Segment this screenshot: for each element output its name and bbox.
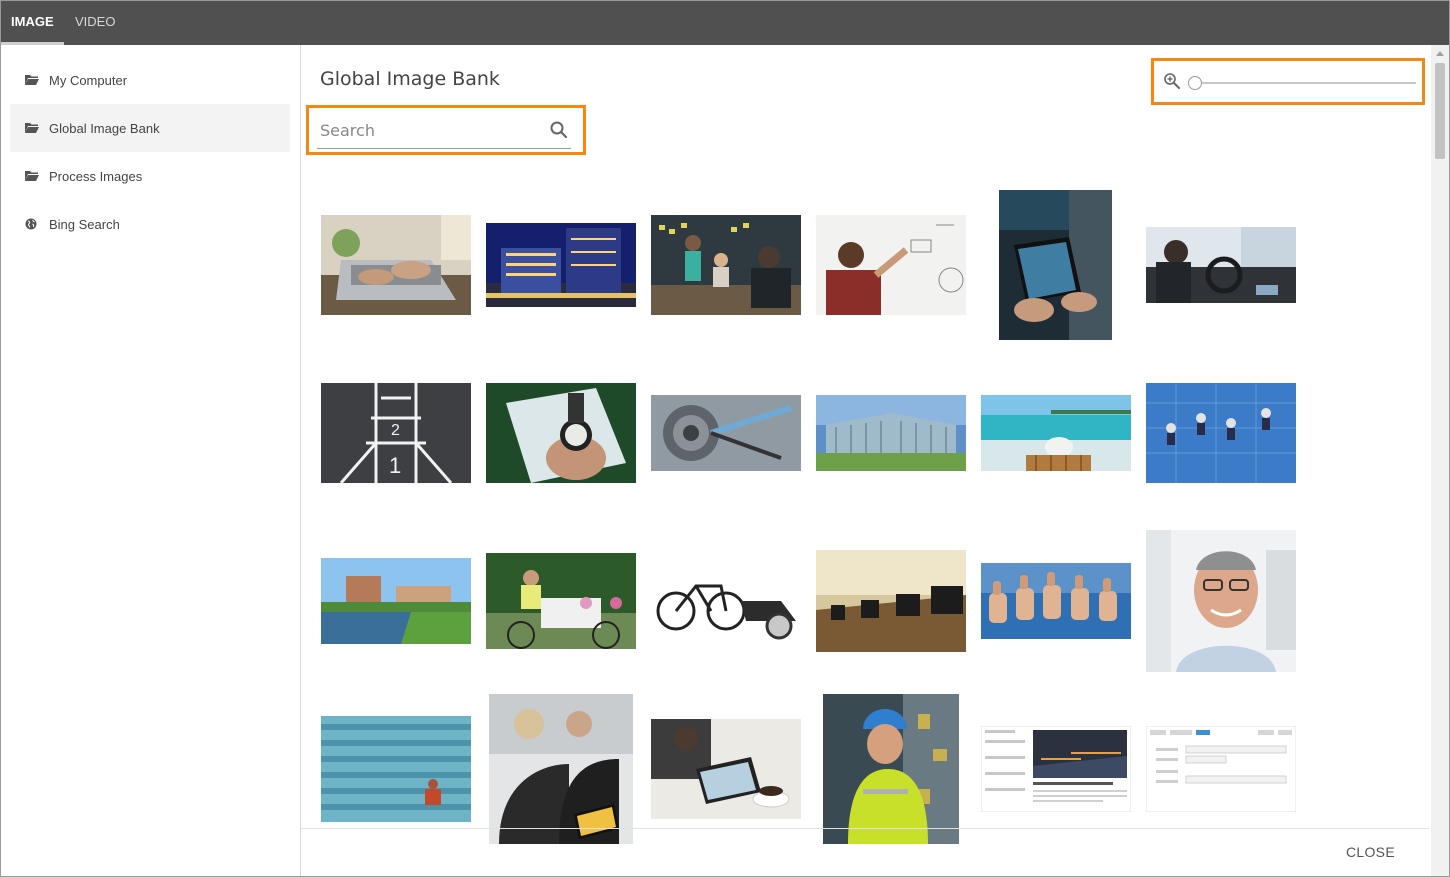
sidebar-item-label: Process Images bbox=[49, 168, 143, 184]
image-thumbnail-man-whiteboard[interactable] bbox=[815, 215, 966, 315]
image-thumbnail-stadium-seats[interactable] bbox=[320, 716, 471, 822]
image-cell bbox=[478, 353, 643, 513]
image-thumbnail-family-cargo-bike[interactable] bbox=[485, 553, 636, 649]
image-cell bbox=[973, 689, 1138, 849]
svg-text:1: 1 bbox=[389, 453, 401, 478]
image-cell bbox=[643, 185, 808, 345]
sidebar-item-label: Bing Search bbox=[49, 216, 120, 232]
image-cell bbox=[313, 185, 478, 345]
sidebar: My Computer Global Image Bank Process Im… bbox=[1, 45, 301, 876]
close-button[interactable]: CLOSE bbox=[1346, 844, 1395, 860]
image-cell bbox=[1138, 185, 1303, 345]
image-cell bbox=[478, 521, 643, 681]
folder-icon bbox=[25, 122, 39, 134]
folder-icon bbox=[25, 74, 39, 86]
search-underline bbox=[317, 148, 571, 149]
zoom-in-icon bbox=[1163, 72, 1181, 90]
image-cell bbox=[808, 689, 973, 849]
tab-video[interactable]: VIDEO bbox=[75, 1, 115, 45]
scroll-up-icon[interactable] bbox=[1436, 51, 1444, 56]
image-picker-dialog: IMAGE VIDEO My Computer Global Image Ban… bbox=[0, 0, 1450, 877]
image-cell bbox=[643, 521, 808, 681]
image-thumbnail-office-desks[interactable] bbox=[815, 550, 966, 652]
tab-image[interactable]: IMAGE bbox=[1, 1, 64, 45]
image-thumbnail-meeting-presentation[interactable] bbox=[650, 215, 801, 315]
image-cell bbox=[808, 185, 973, 345]
main-panel: Global Image Bank 12 bbox=[301, 45, 1433, 844]
svg-text:2: 2 bbox=[391, 422, 400, 439]
tab-bar: IMAGE VIDEO bbox=[1, 1, 1449, 45]
image-thumbnail-hopscotch-road[interactable]: 12 bbox=[320, 383, 471, 483]
image-thumbnail-car-interior[interactable] bbox=[1145, 227, 1296, 303]
sidebar-item-process-images[interactable]: Process Images bbox=[10, 152, 290, 200]
image-thumbnail-laptop-typing[interactable] bbox=[320, 215, 471, 315]
image-thumbnail-workers-tablet[interactable] bbox=[488, 694, 633, 844]
image-cell bbox=[313, 689, 478, 849]
image-cell bbox=[1138, 689, 1303, 849]
image-thumbnail-bike-trailer[interactable] bbox=[650, 551, 801, 651]
image-thumbnail-form-screenshot[interactable] bbox=[1145, 726, 1296, 812]
image-cell bbox=[1138, 353, 1303, 513]
sidebar-item-label: Global Image Bank bbox=[49, 120, 160, 136]
zoom-control bbox=[1151, 58, 1425, 105]
image-cell bbox=[973, 353, 1138, 513]
image-thumbnail-tablet-in-hands[interactable] bbox=[999, 190, 1112, 340]
sidebar-item-global-image-bank[interactable]: Global Image Bank bbox=[10, 104, 290, 152]
image-cell bbox=[1138, 521, 1303, 681]
image-cell bbox=[808, 353, 973, 513]
scrollbar[interactable] bbox=[1431, 45, 1449, 876]
image-cell bbox=[643, 353, 808, 513]
search-box bbox=[306, 105, 586, 155]
footer-divider bbox=[301, 828, 1429, 829]
search-icon[interactable] bbox=[549, 120, 569, 140]
folder-icon bbox=[25, 170, 39, 182]
image-thumbnail-hotel-night[interactable] bbox=[485, 223, 636, 307]
image-thumbnail-campus-lake[interactable] bbox=[320, 558, 471, 644]
page-title: Global Image Bank bbox=[320, 68, 500, 90]
image-cell bbox=[313, 521, 478, 681]
globe-icon bbox=[25, 218, 39, 230]
sidebar-item-label: My Computer bbox=[49, 72, 128, 88]
image-cell bbox=[478, 185, 643, 345]
image-grid: 12 bbox=[301, 185, 1433, 844]
image-cell bbox=[973, 521, 1138, 681]
scrollbar-thumb[interactable] bbox=[1435, 63, 1445, 159]
search-input[interactable] bbox=[320, 118, 540, 142]
image-thumbnail-window-cleaners[interactable] bbox=[1145, 383, 1296, 483]
sidebar-item-bing-search[interactable]: Bing Search bbox=[10, 200, 290, 248]
image-thumbnail-thumbs-up[interactable] bbox=[980, 563, 1131, 639]
image-thumbnail-tablet-coffee[interactable] bbox=[650, 719, 801, 819]
image-cell bbox=[643, 689, 808, 849]
image-cell bbox=[973, 185, 1138, 345]
zoom-slider[interactable] bbox=[1188, 76, 1416, 90]
image-thumbnail-engineer-hardhat[interactable] bbox=[822, 694, 959, 844]
image-cell bbox=[478, 689, 643, 849]
image-cell: 12 bbox=[313, 353, 478, 513]
image-thumbnail-bicycle-gears[interactable] bbox=[650, 395, 801, 471]
image-cell bbox=[808, 521, 973, 681]
image-thumbnail-compass-map[interactable] bbox=[485, 383, 636, 483]
image-thumbnail-smiling-man[interactable] bbox=[1145, 530, 1296, 672]
image-thumbnail-glass-building[interactable] bbox=[815, 395, 966, 471]
image-thumbnail-news-screenshot[interactable] bbox=[980, 726, 1131, 812]
sidebar-item-my-computer[interactable]: My Computer bbox=[10, 56, 290, 104]
zoom-slider-thumb[interactable] bbox=[1188, 76, 1202, 90]
image-thumbnail-beach-chair[interactable] bbox=[980, 395, 1131, 471]
